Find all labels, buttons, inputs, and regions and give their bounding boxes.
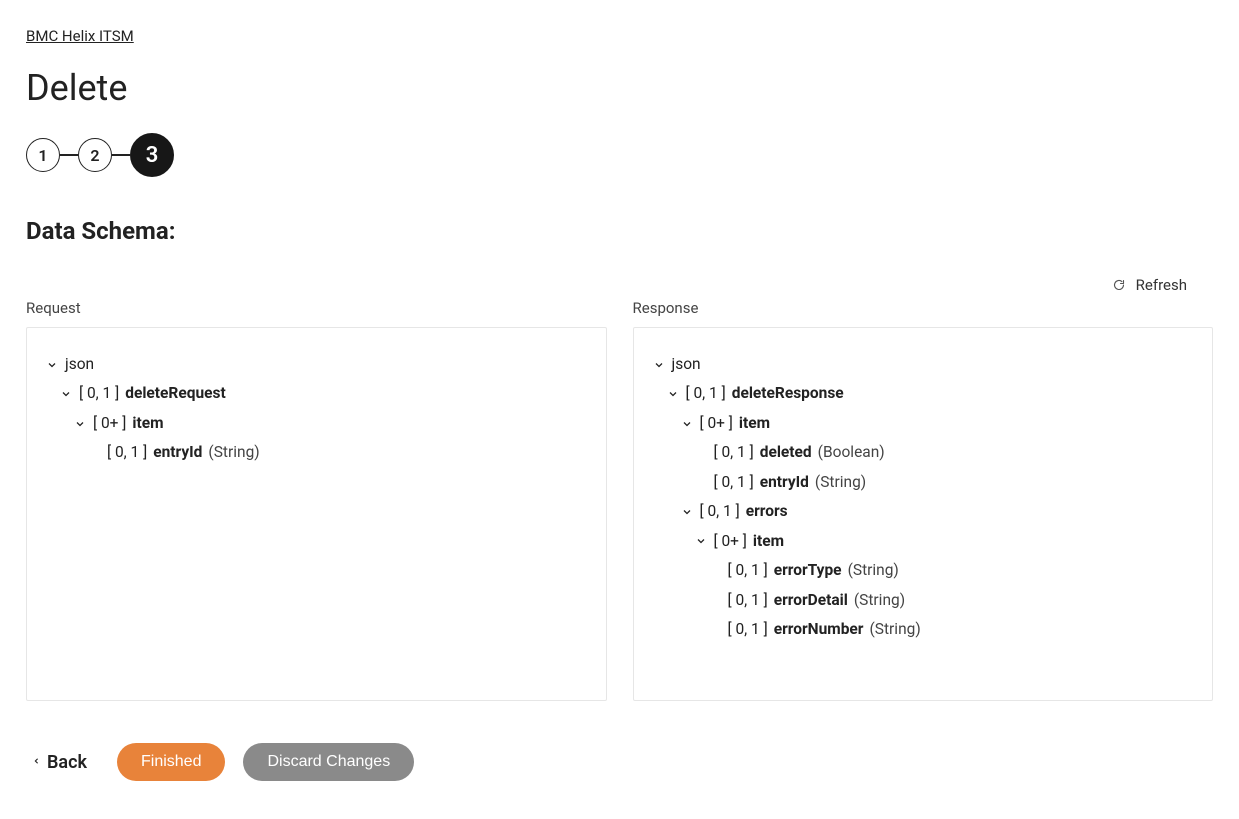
field-type: (String) [869,615,920,644]
step-3[interactable]: 3 [130,133,174,177]
cardinality: [ 0, 1 ] [107,438,147,467]
cardinality: [ 0, 1 ] [79,379,119,408]
tree-node-root[interactable]: json [672,350,701,379]
response-panel: json [ 0, 1 ] deleteResponse [633,327,1214,701]
response-heading: Response [633,299,1214,317]
cardinality: [ 0, 1 ] [728,556,768,585]
step-connector [60,154,78,156]
refresh-icon[interactable] [1112,278,1126,292]
tree-leaf-entryId[interactable]: entryId [153,438,202,467]
step-2[interactable]: 2 [78,138,112,172]
cardinality: [ 0, 1 ] [714,468,754,497]
page-title: Delete [26,67,1213,109]
chevron-down-icon[interactable] [73,417,87,431]
tree-leaf-errorType[interactable]: errorType [774,556,842,585]
tree-node-item[interactable]: item [132,409,163,438]
chevron-down-icon[interactable] [652,358,666,372]
tree-leaf-entryId[interactable]: entryId [760,468,809,497]
chevron-down-icon[interactable] [680,505,694,519]
back-label: Back [47,752,87,773]
back-button[interactable]: Back [32,752,87,773]
tree-node-deleteRequest[interactable]: deleteRequest [125,379,226,408]
field-type: (String) [208,438,259,467]
tree-node-errors-item[interactable]: item [753,527,784,556]
tree-node-errors[interactable]: errors [746,497,788,526]
step-1[interactable]: 1 [26,138,60,172]
request-panel: json [ 0, 1 ] deleteRequest [26,327,607,701]
tree-leaf-deleted[interactable]: deleted [760,438,812,467]
cardinality: [ 0+ ] [93,409,126,438]
chevron-down-icon[interactable] [680,417,694,431]
cardinality: [ 0+ ] [714,527,747,556]
breadcrumb-link[interactable]: BMC Helix ITSM [26,27,134,45]
tree-node-deleteResponse[interactable]: deleteResponse [732,379,844,408]
chevron-down-icon[interactable] [666,387,680,401]
field-type: (String) [854,586,905,615]
discard-changes-button[interactable]: Discard Changes [243,743,414,781]
finished-button[interactable]: Finished [117,743,225,781]
cardinality: [ 0, 1 ] [714,438,754,467]
section-title: Data Schema: [26,217,1213,245]
tree-leaf-errorNumber[interactable]: errorNumber [774,615,864,644]
request-heading: Request [26,299,607,317]
field-type: (String) [848,556,899,585]
field-type: (Boolean) [818,438,885,467]
field-type: (String) [815,468,866,497]
tree-node-item[interactable]: item [739,409,770,438]
refresh-label[interactable]: Refresh [1136,276,1187,294]
cardinality: [ 0, 1 ] [700,497,740,526]
cardinality: [ 0+ ] [700,409,733,438]
tree-leaf-errorDetail[interactable]: errorDetail [774,586,848,615]
chevron-left-icon [32,752,41,773]
cardinality: [ 0, 1 ] [686,379,726,408]
cardinality: [ 0, 1 ] [728,586,768,615]
cardinality: [ 0, 1 ] [728,615,768,644]
chevron-down-icon[interactable] [59,387,73,401]
wizard-stepper: 1 2 3 [26,133,1213,177]
tree-node-root[interactable]: json [65,350,94,379]
chevron-down-icon[interactable] [694,534,708,548]
chevron-down-icon[interactable] [45,358,59,372]
step-connector [112,154,130,156]
